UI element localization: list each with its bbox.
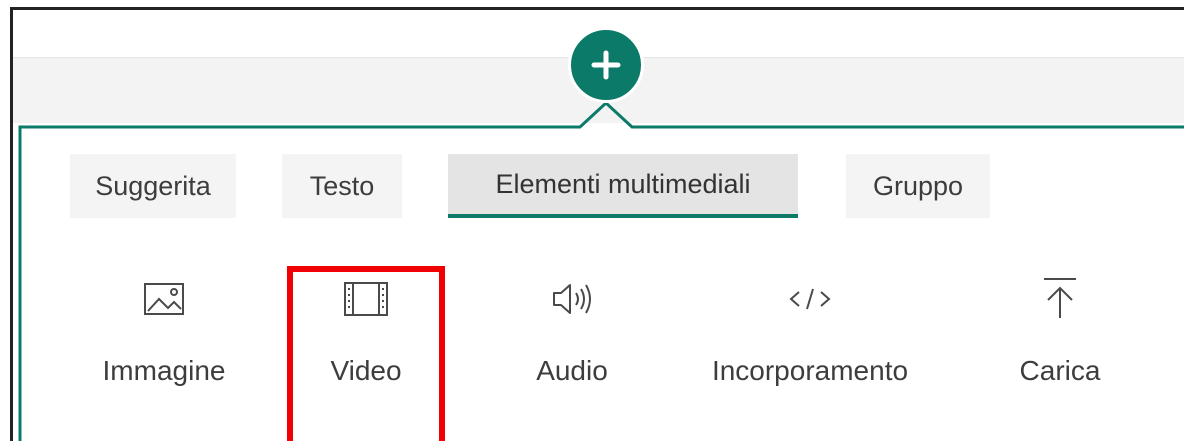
tool-label: Video	[330, 355, 402, 386]
tool-label: Immagine	[102, 355, 226, 386]
plus-icon	[591, 50, 621, 80]
media-tools: Immagine Video Audio Incorporamento Cari…	[0, 265, 1184, 441]
upload-icon	[1040, 277, 1080, 321]
tab-label: Elementi multimediali	[495, 168, 751, 199]
tool-label: Carica	[1019, 355, 1101, 386]
tool-video[interactable]: Video	[292, 265, 440, 405]
image-icon	[143, 277, 185, 321]
tool-label: Audio	[536, 355, 608, 386]
tab-label: Suggerita	[95, 170, 211, 201]
tool-carica[interactable]: Carica	[980, 265, 1140, 405]
tool-audio[interactable]: Audio	[498, 265, 646, 405]
tool-label: Incorporamento	[711, 355, 909, 386]
add-section-button[interactable]	[568, 27, 644, 103]
tab-testo[interactable]: Testo	[282, 154, 402, 218]
tab-label: Gruppo	[872, 170, 964, 201]
tool-incorporamento[interactable]: Incorporamento	[680, 265, 940, 405]
tab-elementi-multimediali[interactable]: Elementi multimediali	[448, 154, 798, 218]
tool-immagine[interactable]: Immagine	[80, 265, 248, 405]
audio-icon	[550, 277, 594, 321]
tab-gruppo[interactable]: Gruppo	[846, 154, 990, 218]
tab-label: Testo	[309, 170, 375, 201]
video-icon	[343, 277, 389, 321]
tab-suggerita[interactable]: Suggerita	[70, 154, 236, 218]
code-icon	[787, 277, 833, 321]
